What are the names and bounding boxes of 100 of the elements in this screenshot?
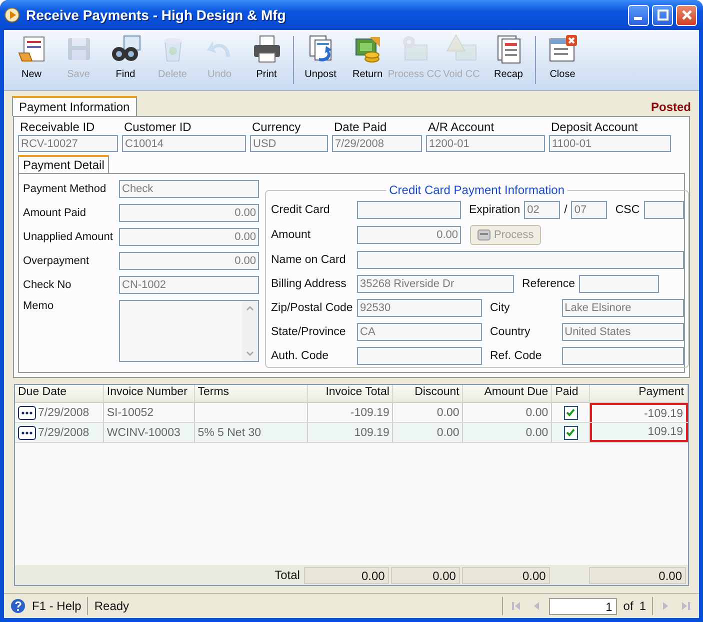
input-field[interactable] [357,201,461,219]
total-cell: 0.00 [462,566,550,584]
field-label: Billing Address [270,278,348,290]
minimize-button[interactable] [628,4,649,26]
toolbar-button[interactable]: New [8,32,55,88]
input-field[interactable]: 02 [524,201,560,219]
window-title: Receive Payments - High Design & Mfg [26,7,287,23]
ellipsis-button[interactable] [18,406,36,420]
ellipsis-icon [20,430,34,434]
maximize-button[interactable] [652,4,673,26]
input-field[interactable]: 92530 [357,299,482,317]
toolbar-button[interactable]: Unpost [297,32,344,88]
table-cell: WCINV-10003 [104,423,195,442]
help-icon[interactable] [10,598,26,614]
help-label[interactable]: F1 - Help [32,599,82,613]
memo-field[interactable] [119,300,259,362]
total-cell: 0.00 [390,566,460,584]
table-cell: 5% 5 Net 30 [194,423,308,442]
input-field[interactable]: 0.00 [119,204,259,222]
scroll-down-icon[interactable] [244,349,256,359]
input-field[interactable]: CN-1002 [119,276,259,294]
field-label: State/Province [270,326,347,338]
toolbar-button[interactable]: Find [102,32,149,88]
table-cell: 109.19 [308,423,394,442]
minimize-icon [634,17,642,20]
column-header[interactable]: Terms [194,385,308,402]
table-cell: 109.19 [590,423,688,442]
input-field[interactable]: USD [250,135,328,152]
input-field[interactable]: C10014 [122,135,246,152]
input-field[interactable] [644,201,684,219]
ellipsis-button[interactable] [18,426,36,440]
page-field[interactable]: 1 [549,598,618,614]
input-field[interactable]: 1200-01 [426,135,545,152]
status-message: Ready [94,599,130,613]
checkbox[interactable] [564,406,578,420]
page-count: 1 [639,599,646,613]
table-cell: -109.19 [308,403,394,422]
group-title: Credit Card Payment Information [386,183,568,197]
input-field[interactable] [357,347,482,365]
checkbox[interactable] [564,426,578,440]
column-header[interactable]: Payment [590,385,688,402]
field-label: Amount Paid [23,207,87,219]
card-icon [477,229,491,241]
table-cell: 0.00 [463,403,552,422]
status-label: Posted [650,100,691,114]
scrollbar[interactable] [242,301,258,361]
scroll-up-icon[interactable] [244,303,256,313]
tab[interactable]: Payment Detail [18,155,110,173]
close-icon [680,9,692,21]
field-label: A/R Account [427,119,496,135]
column-header[interactable]: Paid [552,385,590,402]
input-field[interactable]: 0.00 [357,226,461,244]
column-header[interactable]: Invoice Number [104,385,195,402]
field-label: Expiration [468,204,522,216]
maximize-icon [656,9,668,21]
total-cell: 0.00 [589,566,686,584]
field-label: Customer ID [123,119,192,135]
separator-label: / [563,204,568,216]
column-header[interactable]: Invoice Total [308,385,394,402]
input-field[interactable] [579,275,660,293]
toolbar-button[interactable]: Recap [485,32,532,88]
input-field[interactable]: 1100-01 [549,135,671,152]
input-field[interactable] [357,251,684,269]
app-icon [4,7,20,23]
input-field[interactable]: CA [357,323,482,341]
field-label: Amount [270,229,312,241]
total-cell: 0.00 [304,566,389,584]
field-label: Unapplied Amount [23,231,114,243]
toolbar-button[interactable]: Close [539,32,586,88]
field-label: Zip/Postal Code [270,302,354,314]
table-cell: 0.00 [393,403,464,422]
input-field[interactable]: 07 [571,201,608,219]
input-field[interactable]: Check [119,180,259,198]
input-field[interactable]: 0.00 [119,228,259,246]
field-label: Date Paid [333,119,388,135]
input-field[interactable]: United States [562,323,684,341]
tab[interactable]: Payment Information [12,96,137,116]
field-label: Currency [251,119,302,135]
total-label: Total [274,568,301,582]
column-header[interactable]: Discount [393,385,464,402]
field-label: Ref. Code [489,350,543,362]
input-field[interactable]: 7/29/2008 [332,135,422,152]
input-field[interactable]: 0.00 [119,252,259,270]
field-label: CSC [614,204,641,216]
input-field[interactable]: Lake Elsinore [562,299,684,317]
field-label: Name on Card [270,254,347,266]
input-field[interactable]: RCV-10027 [18,135,118,152]
table-cell: 7/29/2008 [38,426,90,438]
input-field[interactable] [562,347,684,365]
field-label: City [489,302,511,314]
last-page-icon[interactable] [679,599,693,613]
toolbar-button[interactable]: Print [243,32,290,88]
close-button[interactable] [676,4,697,26]
table-cell: 7/29/2008 [38,406,90,418]
input-field[interactable]: 35268 Riverside Dr [357,275,514,293]
field-label: Receivable ID [19,119,96,135]
table-cell: 0.00 [393,423,464,442]
column-header[interactable]: Amount Due [463,385,552,402]
column-header[interactable]: Due Date [15,385,104,402]
page-of-label: of [623,599,634,613]
